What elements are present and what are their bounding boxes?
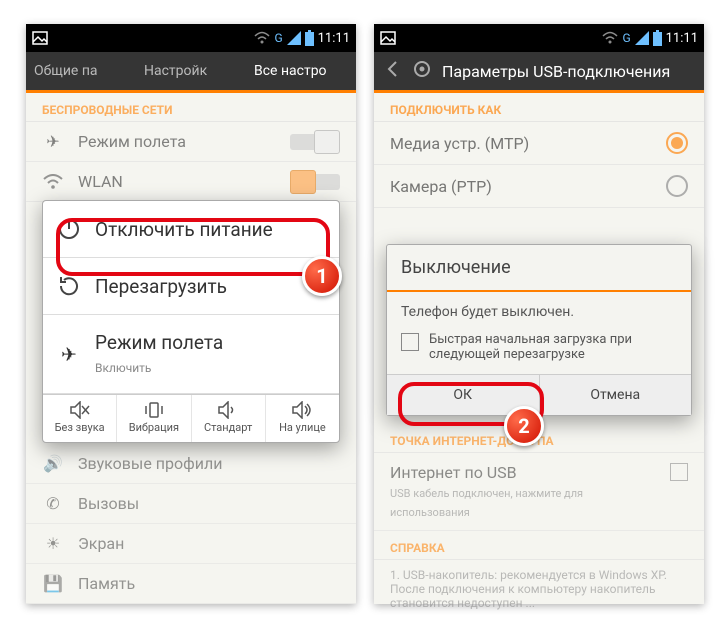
settings-tabs: Общие па Настройк Все настро (26, 52, 356, 93)
wifi-icon (254, 31, 270, 45)
help-header: СПРАВКА (374, 531, 704, 560)
airplane-icon: ✈ (42, 132, 64, 151)
status-bar: G 11:11 (26, 24, 356, 52)
usb-gear-icon (412, 59, 432, 83)
dialog-body: Телефон будет выключен. (387, 292, 691, 332)
help-text: 1. USB-накопитель: рекомендуется в Windo… (374, 560, 704, 618)
tab-general[interactable]: Общие па (26, 52, 136, 90)
reboot-item[interactable]: Перезагрузить (43, 258, 339, 315)
reboot-icon (57, 274, 81, 298)
profile-silent[interactable]: Без звука (43, 395, 117, 442)
signal-icon (287, 31, 301, 45)
airplane-pm-icon: ✈ (57, 343, 81, 366)
usb-internet-row[interactable]: Интернет по USB USB кабель подключен, на… (374, 453, 704, 531)
usb-header: Параметры USB-подключения (374, 52, 704, 93)
wifi-row-icon (42, 174, 64, 190)
dialog-title: Выключение (387, 245, 691, 292)
airplane-switch[interactable] (290, 134, 340, 150)
storage-row[interactable]: 💾 Память (26, 564, 356, 604)
ok-button[interactable]: ОК (387, 375, 540, 415)
mtp-row[interactable]: Медиа устр. (MTP) (374, 122, 704, 165)
back-icon[interactable] (384, 60, 402, 82)
profile-outdoor[interactable]: На улице (266, 395, 339, 442)
cancel-button[interactable]: Отмена (540, 375, 692, 415)
profile-vibrate[interactable]: Вибрация (117, 395, 191, 442)
fast-boot-label: Быстрая начальная загрузка при следующей… (429, 332, 677, 362)
tab-all-settings[interactable]: Все настро (246, 52, 356, 90)
hotspot-header: ТОЧКА ИНТЕРНЕТ-ДОСТУПА (374, 424, 704, 453)
wifi-icon (602, 31, 618, 45)
reboot-label: Перезагрузить (95, 275, 227, 298)
connect-as-header: ПОДКЛЮЧИТЬ КАК (374, 93, 704, 122)
airplane-pm-label: Режим полета (95, 331, 223, 354)
storage-icon: 💾 (42, 574, 64, 593)
fast-boot-checkbox[interactable] (401, 333, 419, 351)
status-bar-r: G 11:11 (374, 24, 704, 52)
sound-profiles-row[interactable]: 🔊 Звуковые профили (26, 444, 356, 484)
usb-internet-checkbox[interactable] (670, 463, 688, 481)
clock: 11:11 (318, 31, 350, 46)
ptp-row[interactable]: Камера (PTP) (374, 165, 704, 208)
battery-icon (305, 30, 314, 46)
mtp-radio[interactable] (666, 132, 688, 154)
profile-standard[interactable]: Стандарт (192, 395, 266, 442)
sound-profile-bar: Без звука Вибрация Стандарт На улице (43, 394, 339, 442)
clock: 11:11 (666, 31, 698, 46)
phone-right: G 11:11 Параметры USB-подключения ПОДКЛЮ… (374, 24, 704, 604)
image-icon (380, 30, 396, 46)
phone-left: G 11:11 Общие па Настройк Все настро БЕС… (26, 24, 356, 604)
airplane-row[interactable]: ✈ Режим полета (26, 122, 356, 162)
airplane-item[interactable]: ✈ Режим полета Включить (43, 315, 339, 394)
network-label: G (622, 31, 630, 45)
ptp-radio[interactable] (666, 175, 688, 197)
display-row[interactable]: ☀ Экран (26, 524, 356, 564)
shutdown-dialog: Выключение Телефон будет выключен. Быстр… (386, 244, 692, 416)
wlan-row[interactable]: WLAN (26, 162, 356, 202)
network-label: G (274, 31, 282, 45)
fast-boot-row[interactable]: Быстрая начальная загрузка при следующей… (387, 332, 691, 374)
image-icon (32, 30, 48, 46)
display-icon: ☀ (42, 534, 64, 553)
power-off-item[interactable]: Отключить питание (43, 201, 339, 258)
power-icon (57, 217, 81, 241)
wireless-header: БЕСПРОВОДНЫЕ СЕТИ (26, 93, 356, 122)
power-off-label: Отключить питание (95, 218, 273, 241)
battery-icon (653, 30, 662, 46)
phone-icon: ✆ (42, 494, 64, 513)
power-menu: Отключить питание Перезагрузить ✈ Режим … (42, 200, 340, 443)
airplane-pm-sub: Включить (95, 361, 151, 375)
calls-row[interactable]: ✆ Вызовы (26, 484, 356, 524)
wlan-switch[interactable] (290, 174, 340, 190)
usb-title: Параметры USB-подключения (442, 62, 670, 81)
sound-icon: 🔊 (42, 454, 64, 473)
tab-settings[interactable]: Настройк (136, 52, 246, 90)
signal-icon (635, 31, 649, 45)
